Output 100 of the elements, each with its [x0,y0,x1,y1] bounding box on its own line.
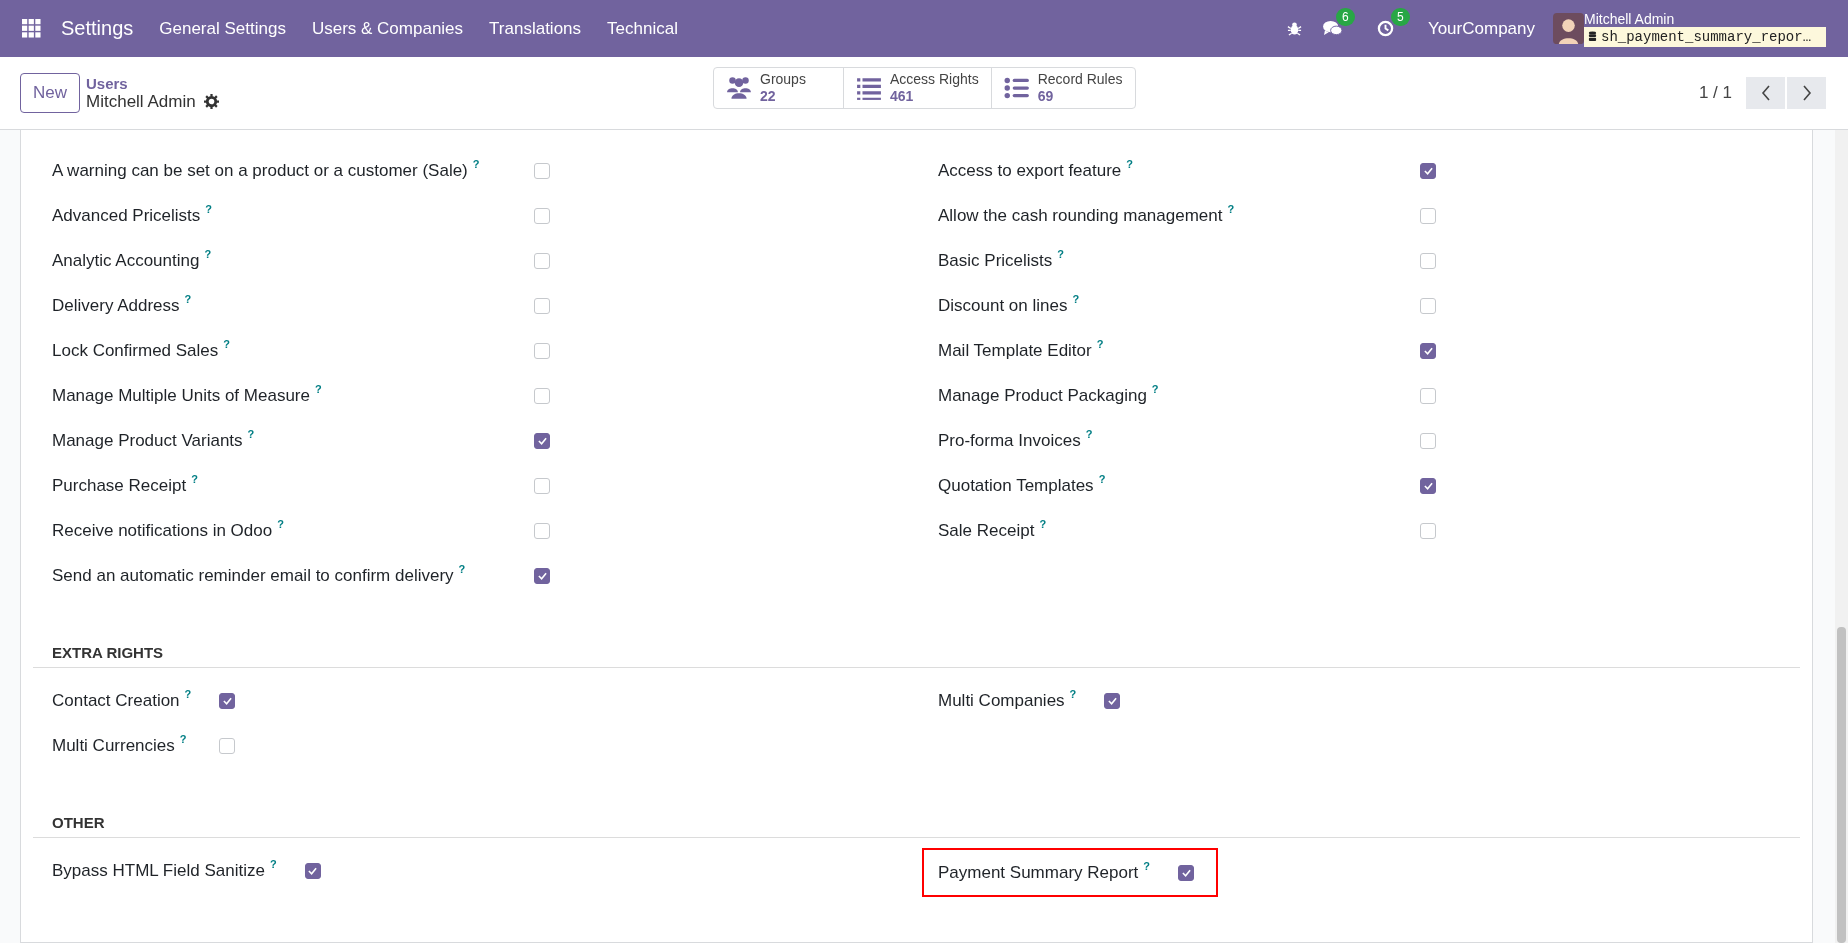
field-label: Sale Receipt [938,520,1035,541]
checkbox[interactable] [1420,297,1436,314]
smart-button[interactable]: Record Rules 69 [991,68,1135,108]
help-tooltip-mark[interactable]: ? [191,473,198,485]
checkbox[interactable] [534,387,550,404]
help-tooltip-mark[interactable]: ? [1151,383,1159,395]
help-tooltip-mark[interactable]: ? [247,428,255,440]
checkbox[interactable] [1420,477,1436,494]
help-tooltip-mark[interactable]: ? [277,518,284,530]
field-label: Quotation Templates [938,475,1094,496]
smart-button-count: 461 [890,88,915,105]
help-tooltip-mark[interactable]: ? [314,383,322,395]
field-label: Multi Companies [938,690,1065,711]
field-label: Analytic Accounting [52,250,200,271]
field-label: Lock Confirmed Sales [52,340,219,361]
checkbox[interactable] [1420,342,1436,359]
help-tooltip-mark[interactable]: ? [205,203,213,215]
checkbox[interactable] [1420,162,1436,179]
field-label: Pro-forma Invoices [938,430,1081,451]
smart-button[interactable]: Groups 22 [714,68,844,108]
checkbox[interactable] [1420,522,1436,539]
chat-button[interactable] [1321,20,1343,37]
menu-item[interactable]: General Settings [159,18,286,39]
help-tooltip-mark[interactable]: ? [184,293,192,305]
help-tooltip-mark[interactable]: ? [1098,473,1106,485]
checkbox[interactable] [219,692,236,709]
field-label: Purchase Receipt [52,475,187,496]
people-icon [726,75,752,101]
checkbox[interactable] [1420,252,1436,269]
checkbox[interactable] [534,162,550,179]
checkbox[interactable] [1420,207,1436,224]
help-tooltip-mark[interactable]: ? [1072,293,1080,305]
help-tooltip-mark[interactable]: ? [1039,518,1047,530]
checkbox[interactable] [534,342,550,359]
app-menu-icon[interactable] [22,19,41,38]
field-label: Multi Currencies [52,735,175,756]
help-tooltip-mark[interactable]: ? [1096,338,1104,350]
next-button[interactable] [1787,77,1826,109]
smart-button-label: Access Rights [890,71,979,88]
help-tooltip-mark[interactable]: ? [184,688,192,700]
checkbox[interactable] [534,297,550,314]
checkbox[interactable] [534,252,550,269]
breadcrumb-link[interactable]: Users [86,74,219,92]
checkbox[interactable] [1104,692,1121,709]
field-label: Advanced Pricelists [52,205,201,226]
checkbox[interactable] [1178,864,1195,881]
check-icon [1423,346,1433,355]
field-label: Discount on lines [938,295,1068,316]
check-icon [1423,166,1433,175]
smart-button[interactable]: Access Rights 461 [844,68,992,108]
smart-button-label: Record Rules [1037,71,1123,88]
new-button[interactable]: New [20,73,80,113]
count-badge: 5 [1390,8,1410,26]
field-label: Manage Multiple Units of Measure [52,385,310,406]
field-label: Bypass HTML Field Sanitize [52,860,265,881]
help-tooltip-mark[interactable]: ? [1057,248,1065,260]
field-label: Mail Template Editor [938,340,1092,361]
help-tooltip-mark[interactable]: ? [204,248,212,260]
checkbox[interactable] [304,862,321,879]
help-tooltip-mark[interactable]: ? [1085,428,1093,440]
checkbox[interactable] [534,567,550,584]
checkbox[interactable] [534,207,550,224]
field-label: Delivery Address [52,295,180,316]
app-title[interactable]: Settings [61,17,134,40]
checkbox[interactable] [1420,387,1436,404]
field-label: Manage Product Variants [52,430,243,451]
bullet-list-icon [1003,75,1030,101]
checkbox[interactable] [534,477,550,494]
user-name[interactable]: Mitchell Admin [1584,10,1826,27]
database-icon [1588,31,1597,42]
bug-icon[interactable] [1286,21,1302,36]
menu-item[interactable]: Technical [607,18,678,39]
check-icon [1423,481,1433,490]
checkbox[interactable] [534,432,550,449]
scrollbar[interactable] [1835,130,1848,943]
avatar[interactable] [1553,13,1584,44]
smart-button-label: Groups [760,71,806,88]
activity-button[interactable] [1376,20,1394,37]
checkbox[interactable] [1420,432,1436,449]
help-tooltip-mark[interactable]: ? [269,858,277,870]
count-badge: 6 [1335,8,1355,26]
check-icon [537,571,547,580]
help-tooltip-mark[interactable]: ? [1143,860,1151,872]
help-tooltip-mark[interactable]: ? [179,733,187,745]
company-switcher[interactable]: YourCompany [1427,18,1535,39]
field-label: Manage Product Packaging [938,385,1147,406]
settings-icon[interactable] [203,94,219,109]
checkbox[interactable] [534,522,550,539]
menu-item[interactable]: Users & Companies [311,18,464,39]
list-icon [856,75,882,101]
help-tooltip-mark[interactable]: ? [223,338,231,350]
checkbox[interactable] [219,737,236,754]
previous-button[interactable] [1746,77,1785,109]
help-tooltip-mark[interactable]: ? [1227,203,1235,215]
help-tooltip-mark[interactable]: ? [1069,688,1077,700]
help-tooltip-mark[interactable]: ? [458,563,466,575]
help-tooltip-mark[interactable]: ? [472,158,480,170]
help-tooltip-mark[interactable]: ? [1126,158,1134,170]
field-label: A warning can be set on a product or a customer (Sale) [52,160,468,181]
menu-item[interactable]: Translations [489,18,582,39]
